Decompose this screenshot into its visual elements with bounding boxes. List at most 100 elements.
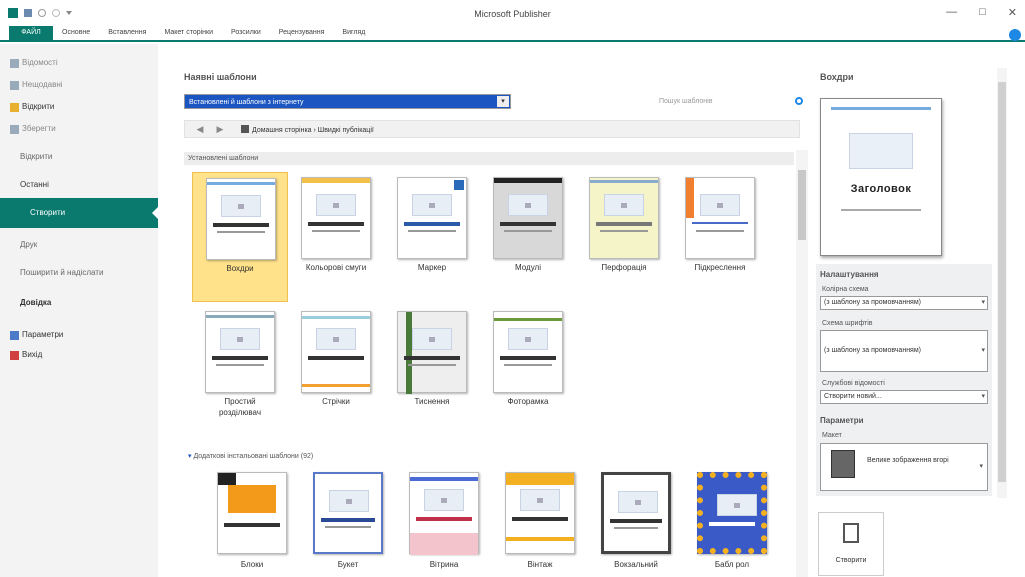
template-thumbnail [493,177,563,259]
template-tile[interactable]: Вітрина [396,467,492,577]
recent-icon [10,81,19,90]
font-scheme-dropdown[interactable]: (з шаблону за промовчанням) ▾ [820,330,988,372]
tab-mailings[interactable]: Розсилки [222,26,270,40]
search-icon[interactable] [795,97,803,105]
template-label: Перфорація [601,263,647,272]
template-label: Вінтаж [527,560,553,569]
group-installed-header: Установлені шаблони [184,152,794,165]
sidebar-item-open[interactable]: Відкрити [0,102,158,112]
preview-heading: Заголовок [850,183,912,195]
business-info-label: Службові відомості [822,380,885,387]
template-tile[interactable]: Стрічки [288,306,384,436]
template-label: Букет [337,560,359,569]
sidebar-item-recent[interactable]: Нещодавні [0,80,158,90]
breadcrumb[interactable]: Домашня сторінка › Швидкі публікації [241,125,374,134]
template-thumbnail [505,472,575,554]
minimize-button[interactable]: — [946,6,957,19]
template-tile[interactable]: Підкреслення [672,172,768,302]
help-icon[interactable] [1009,29,1021,41]
tab-view[interactable]: Вигляд [333,26,374,40]
tab-home[interactable]: Основне [53,26,99,40]
sidebar-item-print[interactable]: Друк [20,240,37,249]
template-tile[interactable]: Блоки [204,467,300,577]
template-tile[interactable]: Тиснення [384,306,480,436]
template-thumbnail [685,177,755,259]
search-input[interactable]: Пошук шаблонів [655,95,805,109]
group-more-header[interactable]: ▾ Додаткові інстальовані шаблони (92) [184,450,794,463]
template-label: Маркер [417,263,447,272]
exit-icon [10,351,19,360]
create-button[interactable]: Створити [818,512,884,576]
template-tile[interactable]: Простий розділювач [192,306,288,436]
ribbon-tabs: ФАЙЛ Основне Вставлення Макет сторінки Р… [0,26,1025,42]
template-label: Кольорові смуги [305,263,367,272]
template-tile[interactable]: Вохдри [192,172,288,302]
template-tile[interactable]: Маркер [384,172,480,302]
tab-insert[interactable]: Вставлення [99,26,155,40]
image-icon [849,133,913,169]
sidebar-item-new[interactable]: Створити [0,198,158,228]
template-label: Тиснення [414,397,450,406]
options-icon [10,331,19,340]
forward-icon[interactable]: ▶ [213,123,227,135]
template-tile[interactable]: Фоторамка [480,306,576,436]
new-document-icon [843,523,859,543]
template-thumbnail [217,472,287,554]
preview-title: Вохдри [820,72,854,82]
close-button[interactable]: ✕ [1008,6,1017,19]
template-tile[interactable]: Модулі [480,172,576,302]
color-scheme-label: Колірна схема [822,286,869,293]
template-label: Простий розділювач [218,397,261,417]
sidebar-item-help[interactable]: Довідка [20,298,51,307]
layout-dropdown[interactable]: Велике зображення вгорі ▾ [820,443,988,491]
template-thumbnail [313,472,383,554]
tab-review[interactable]: Рецензування [270,26,334,40]
title-bar: Microsoft Publisher — □ ✕ [0,0,1025,28]
templates-scrollbar[interactable] [796,150,808,577]
tab-page-design[interactable]: Макет сторінки [155,26,222,40]
color-scheme-dropdown[interactable]: (з шаблону за промовчанням) ▾ [820,296,988,310]
template-label: Фоторамка [507,397,549,406]
sidebar-item-info[interactable]: Відомості [0,58,158,68]
home-icon [241,125,249,133]
template-tile[interactable]: Перфорація [576,172,672,302]
chevron-down-icon: ▾ [981,347,985,354]
chevron-down-icon: ▾ [981,299,985,306]
template-thumbnail [601,472,671,554]
template-tile[interactable]: Вокзальний [588,467,684,577]
layout-thumbnail-icon [831,450,855,478]
template-tile[interactable]: Вінтаж [492,467,588,577]
chevron-down-icon: ▾ [497,96,509,107]
sidebar-item-options[interactable]: Параметри [0,330,158,340]
info-icon [10,59,19,68]
template-tile[interactable]: Бабл рол [684,467,780,577]
business-info-dropdown[interactable]: Створити новий... ▾ [820,390,988,404]
template-source-dropdown[interactable]: Встановлені й шаблони з інтернету ▾ [184,94,511,109]
template-label: Вокзальний [614,560,658,569]
template-thumbnail [205,311,275,393]
layout-label: Макет [822,432,842,439]
maximize-button[interactable]: □ [979,6,986,19]
template-label: Вохдри [226,264,254,273]
sidebar-item-open-2[interactable]: Відкрити [20,152,52,161]
font-scheme-label: Схема шрифтів [822,320,873,327]
chevron-down-icon: ▾ [981,393,985,400]
template-thumbnail [697,472,767,554]
save-icon [10,125,19,134]
template-label: Бабл рол [714,560,750,569]
sidebar-item-exit[interactable]: Вихід [0,350,158,360]
template-label: Модулі [515,263,541,272]
folder-icon [10,103,19,112]
sidebar-item-recent-2[interactable]: Останні [20,180,49,189]
back-icon[interactable]: ◀ [193,123,207,135]
sidebar-item-share[interactable]: Поширити й надіслати [20,268,103,277]
template-tile[interactable]: Букет [300,467,396,577]
template-label: Стрічки [322,397,350,406]
tab-file[interactable]: ФАЙЛ [9,26,53,40]
template-thumbnail [301,177,371,259]
sidebar-item-save[interactable]: Зберегти [0,124,158,134]
template-tile[interactable]: Кольорові смуги [288,172,384,302]
panel-scrollbar[interactable] [997,68,1007,498]
breadcrumb-bar: ◀ ▶ Домашня сторінка › Швидкі публікації [184,120,800,138]
template-thumbnail [397,311,467,394]
